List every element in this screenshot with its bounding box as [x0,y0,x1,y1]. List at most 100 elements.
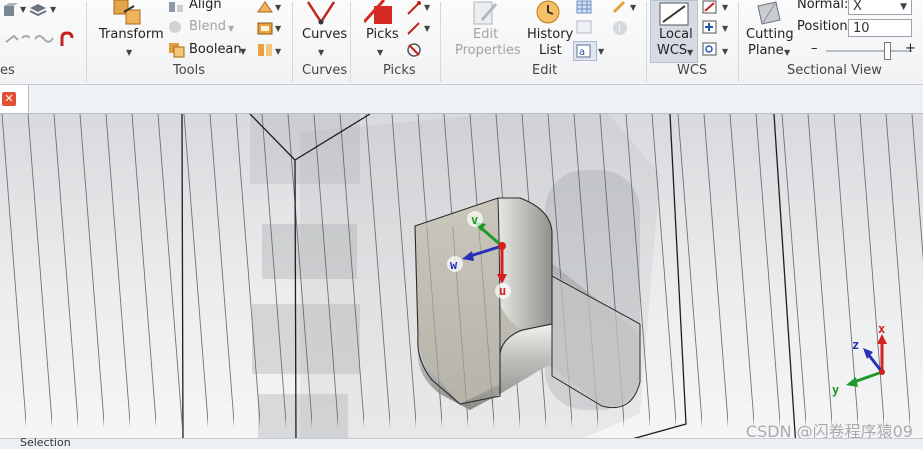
document-tab[interactable]: ✕ [0,85,29,113]
image-icon[interactable] [576,20,592,38]
chevron-down-icon[interactable]: ▼ [722,24,728,33]
pencil-icon[interactable] [612,0,628,18]
chevron-down-icon[interactable]: ▼ [275,24,281,33]
chevron-down-icon[interactable]: ▼ [784,48,790,57]
chevron-down-icon[interactable]: ▼ [275,3,281,12]
transform-button[interactable]: Transform [99,27,164,42]
local-wcs-button-line2[interactable]: WCS [657,43,687,58]
chevron-down-icon[interactable]: ▼ [687,48,693,57]
chevron-down-icon[interactable]: ▼ [228,24,234,33]
clear-picks-icon[interactable] [406,42,422,62]
wave-icon[interactable] [34,32,54,48]
cutting-plane-icon[interactable] [754,0,784,30]
boolean-button[interactable]: Boolean [189,42,242,57]
history-list-icon[interactable] [532,0,564,30]
svg-text:a: a [579,47,585,58]
pick-point-icon[interactable] [406,0,422,20]
chevron-down-icon[interactable]: ▼ [240,47,246,56]
curves-icon[interactable] [304,0,338,30]
chevron-down-icon[interactable]: ▼ [900,0,907,16]
wcs-move-icon[interactable] [702,20,718,38]
position-slider-thumb[interactable] [884,42,891,60]
chevron-down-icon[interactable]: ▼ [126,48,132,57]
shape-tool-icon[interactable] [256,0,274,18]
separator [350,2,351,82]
separator [440,2,441,82]
bridge-icon[interactable] [256,20,274,40]
local-wcs-button[interactable]: Local [659,27,693,42]
cutting-plane-button[interactable]: Cutting [746,27,794,42]
document-tab-strip: ✕ [0,85,923,114]
local-wcs-icon[interactable] [659,2,689,30]
edit-properties-icon[interactable] [470,0,500,30]
history-list-button-line2[interactable]: List [539,43,562,58]
picks-icon[interactable] [362,0,396,30]
position-label: Position: [797,19,852,34]
curves-button[interactable]: Curves [302,27,347,42]
position-input[interactable]: 10 [848,19,912,37]
chevron-down-icon[interactable]: ▼ [598,47,604,56]
align-button[interactable]: Align [189,0,222,12]
w-axis-label: w [450,258,458,272]
parameter-button[interactable]: a [573,41,597,61]
svg-text:i: i [618,24,621,35]
slice-icon[interactable] [256,42,274,62]
position-input-value: 10 [853,21,870,36]
edit-properties-button[interactable]: Edit [473,27,498,42]
pick-edge-icon[interactable] [406,20,422,40]
y-axis-label: y [832,383,839,397]
transform-icon[interactable] [112,0,144,30]
ribbon: ▼ ▼ es Transform ▼ Align Blend ▼ Boolean… [0,0,923,85]
group-label-wcs: WCS [677,63,708,78]
group-label-picks: Picks [383,63,416,78]
info-icon[interactable]: i [612,20,628,40]
chevron-down-icon[interactable]: ▼ [20,5,26,14]
group-label-shapes: es [0,63,15,78]
group-label-curves: Curves [302,63,348,78]
table-icon[interactable] [576,0,592,18]
separator [86,2,87,82]
align-icon[interactable] [168,0,184,18]
boolean-icon[interactable] [168,42,186,62]
normal-select[interactable]: X ▼ [848,0,912,15]
chevron-down-icon[interactable]: ▼ [630,3,636,12]
group-label-sectional-view: Sectional View [787,63,882,78]
wcs-align-icon[interactable] [702,0,718,18]
close-icon[interactable]: ✕ [2,92,16,106]
group-label-tools: Tools [173,63,206,78]
chevron-down-icon[interactable]: ▼ [318,48,324,57]
status-bar: Selection [0,436,923,449]
history-list-button[interactable]: History [527,27,573,42]
group-label-edit: Edit [532,63,558,78]
slider-minus[interactable]: – [811,41,818,56]
separator [292,2,293,82]
chevron-down-icon[interactable]: ▼ [722,47,728,56]
3d-viewport[interactable]: v w u x z y CSDN @闪卷程序猿09 [0,114,923,448]
chevron-down-icon[interactable]: ▼ [424,3,430,12]
wcs-rotate-icon[interactable] [702,42,718,60]
status-text: Selection [20,436,71,449]
bend-icon[interactable] [58,30,78,52]
edit-properties-button-line2[interactable]: Properties [455,43,521,58]
v-axis-label: v [471,213,478,227]
u-axis-label: u [499,284,506,298]
cutting-plane-button-line2[interactable]: Plane [748,43,784,58]
chevron-down-icon[interactable]: ▼ [722,3,728,12]
chevron-down-icon[interactable]: ▼ [50,5,56,14]
scene-canvas[interactable]: v w u x z y [0,114,923,448]
connector-icon[interactable] [4,30,31,50]
chevron-down-icon[interactable]: ▼ [377,48,383,57]
chevron-down-icon[interactable]: ▼ [275,47,281,56]
picks-button[interactable]: Picks [366,27,399,42]
chevron-down-icon[interactable]: ▼ [424,24,430,33]
axis-origin [498,242,506,250]
slider-plus[interactable]: + [905,41,916,56]
shapes-icon[interactable] [2,2,20,22]
blend-button[interactable]: Blend [189,19,226,34]
separator [646,2,647,82]
position-slider-track[interactable] [826,50,912,52]
separator [738,2,739,82]
blend-icon[interactable] [168,20,184,38]
layer-icon[interactable] [28,2,48,22]
z-axis-label: z [852,338,859,352]
